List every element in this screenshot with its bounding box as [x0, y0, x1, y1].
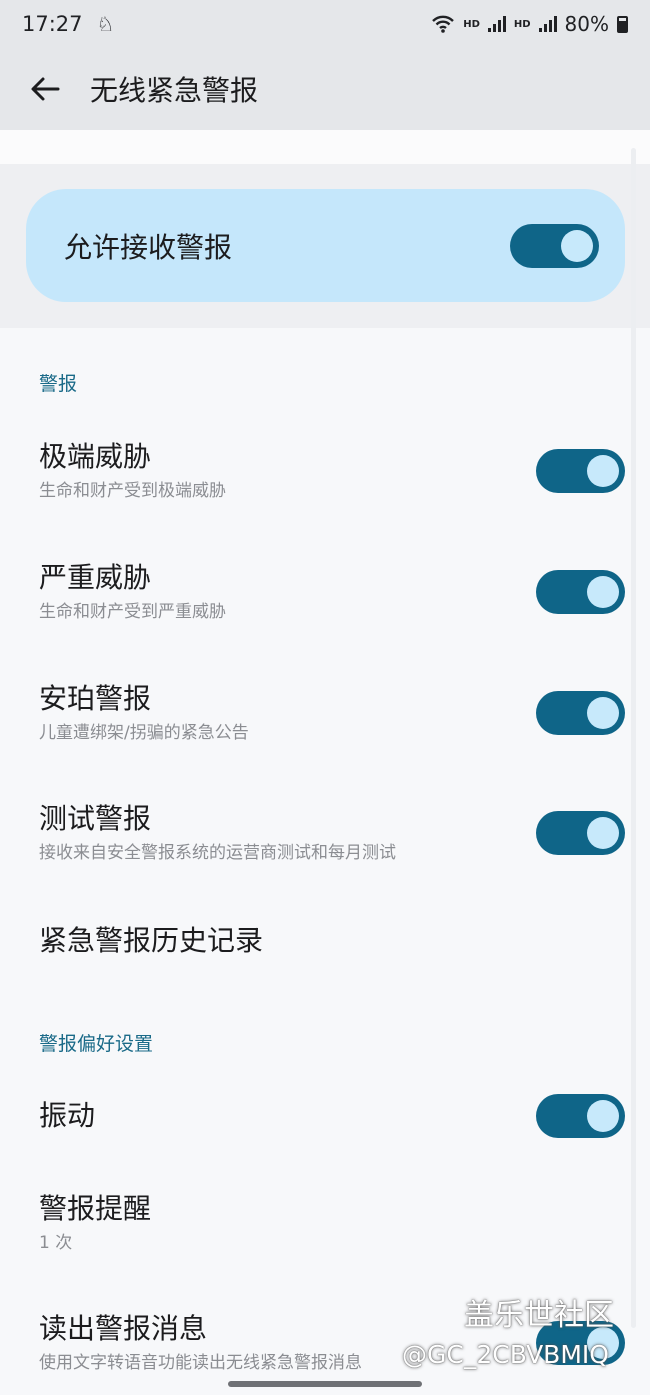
row-subtitle: 接收来自安全警报系统的运营商测试和每月测试 — [39, 843, 396, 863]
wifi-icon — [432, 15, 455, 33]
app-bar: 无线紧急警报 — [0, 48, 650, 130]
hd-indicator-2: HD — [513, 18, 531, 30]
row-subtitle: 使用文字转语音功能读出无线紧急警报消息 — [39, 1353, 362, 1373]
reminder-row[interactable]: 警报提醒 1 次 — [0, 1189, 650, 1257]
row-subtitle: 1 次 — [39, 1233, 73, 1253]
row-subtitle: 儿童遭绑架/拐骗的紧急公告 — [39, 723, 249, 743]
toggle-knob — [561, 229, 593, 262]
vibration-row[interactable]: 振动 — [0, 1092, 650, 1140]
row-title: 严重威胁 — [39, 561, 152, 594]
row-title: 极端威胁 — [39, 440, 152, 473]
row-title: 振动 — [39, 1099, 96, 1132]
section-header-preferences: 警报偏好设置 — [39, 1033, 154, 1055]
alert-row-severe[interactable]: 严重威胁 生命和财产受到严重威胁 — [0, 558, 650, 626]
gesture-nav-handle[interactable] — [228, 1381, 422, 1387]
toggle-knob — [587, 455, 619, 487]
alert-row-test[interactable]: 测试警报 接收来自安全警报系统的运营商测试和每月测试 — [0, 799, 650, 867]
row-title: 警报提醒 — [39, 1192, 152, 1225]
signal-icon-2 — [538, 16, 557, 32]
toggle-knob — [587, 1100, 619, 1132]
row-title: 安珀警报 — [39, 682, 152, 715]
notification-icon: ♘ — [96, 12, 115, 36]
toggle-knob — [587, 697, 619, 729]
watermark-user: @GC_2CBVBMIQ — [402, 1340, 609, 1369]
status-indicators: HD HD 80% — [431, 12, 628, 36]
status-time: 17:27 — [22, 12, 83, 36]
battery-icon — [617, 15, 628, 33]
alert-row-extreme[interactable]: 极端威胁 生命和财产受到极端威胁 — [0, 437, 650, 505]
arrow-left-icon — [31, 77, 60, 101]
hd-indicator-1: HD — [463, 18, 480, 30]
history-row[interactable]: 紧急警报历史记录 — [0, 917, 650, 965]
toggle-extreme[interactable] — [536, 449, 625, 493]
row-title: 读出警报消息 — [39, 1312, 208, 1345]
header-spacer — [0, 130, 650, 164]
page-title: 无线紧急警报 — [90, 74, 259, 107]
signal-icon-1 — [487, 16, 506, 32]
toggle-test[interactable] — [536, 811, 625, 855]
master-toggle[interactable] — [510, 223, 599, 268]
row-title: 测试警报 — [39, 802, 152, 835]
section-header-alerts: 警报 — [39, 373, 78, 395]
toggle-knob — [587, 576, 619, 608]
toggle-vibration[interactable] — [536, 1094, 625, 1138]
toggle-amber[interactable] — [536, 691, 625, 735]
master-switch-label: 允许接收警报 — [64, 230, 233, 264]
toggle-knob — [587, 817, 619, 849]
master-switch-card[interactable]: 允许接收警报 — [26, 189, 625, 302]
watermark-community: 盖乐世社区 — [464, 1298, 614, 1333]
alert-row-amber[interactable]: 安珀警报 儿童遭绑架/拐骗的紧急公告 — [0, 679, 650, 747]
battery-percent: 80% — [564, 12, 609, 36]
status-bar: 17:27 ♘ HD HD 80% — [0, 0, 650, 48]
row-subtitle: 生命和财产受到极端威胁 — [39, 481, 226, 501]
back-button[interactable] — [0, 48, 90, 130]
row-title: 紧急警报历史记录 — [39, 924, 264, 957]
toggle-severe[interactable] — [536, 570, 625, 614]
row-subtitle: 生命和财产受到严重威胁 — [39, 602, 226, 622]
